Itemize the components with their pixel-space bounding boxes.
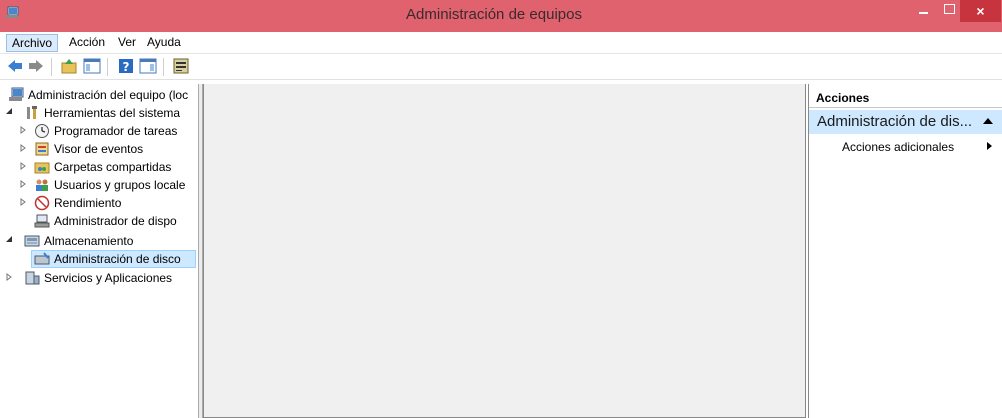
tree-item-computer-management[interactable]: Administración del equipo (loc bbox=[0, 86, 196, 104]
expanded-arrow-icon[interactable] bbox=[4, 106, 14, 118]
tree-item-label: Visor de eventos bbox=[54, 142, 144, 156]
storage-icon bbox=[24, 235, 40, 247]
collapsed-arrow-icon[interactable] bbox=[18, 142, 28, 154]
results-pane bbox=[203, 84, 806, 418]
actions-section-label: Administración de dis... bbox=[817, 113, 973, 130]
collapsed-arrow-icon[interactable] bbox=[18, 196, 28, 208]
toolbar-separator bbox=[51, 58, 52, 76]
services-applications-icon bbox=[25, 271, 40, 285]
collapsed-arrow-icon[interactable] bbox=[18, 178, 28, 190]
show-hide-console-tree-icon[interactable] bbox=[83, 57, 101, 75]
svg-text:?: ? bbox=[123, 60, 130, 74]
window-title: Administración de equipos bbox=[406, 6, 582, 23]
tools-icon bbox=[27, 106, 37, 119]
tree-item-label: Servicios y Aplicaciones bbox=[44, 271, 173, 285]
performance-gauge-icon bbox=[34, 195, 50, 211]
actions-pane: Acciones Administración de dis... Accion… bbox=[808, 84, 1002, 418]
close-button[interactable]: × bbox=[960, 0, 1001, 22]
tree-item-label: Administrador de dispo bbox=[54, 214, 177, 228]
tree-item-label: Programador de tareas bbox=[54, 124, 178, 138]
shared-folder-icon bbox=[34, 162, 50, 174]
collapsed-arrow-icon[interactable] bbox=[18, 124, 28, 136]
tree-item-event-viewer[interactable]: Visor de eventos bbox=[0, 140, 196, 158]
menu-accion[interactable]: Acción bbox=[64, 34, 110, 52]
up-folder-icon[interactable] bbox=[60, 57, 78, 75]
menu-archivo[interactable]: Archivo bbox=[6, 34, 59, 52]
expanded-arrow-icon[interactable] bbox=[4, 234, 14, 246]
tree-item-label: Rendimiento bbox=[54, 196, 122, 210]
action-item-label: Acciones adicionales bbox=[842, 140, 955, 154]
toolbar-separator bbox=[107, 58, 108, 76]
actions-section-disk-management[interactable]: Administración de dis... bbox=[809, 110, 1002, 134]
computer-management-icon bbox=[9, 87, 24, 101]
event-log-icon bbox=[35, 142, 49, 156]
toolbar-separator bbox=[163, 58, 164, 76]
tree-item-task-scheduler[interactable]: Programador de tareas bbox=[0, 122, 196, 140]
collapsed-arrow-icon[interactable] bbox=[18, 160, 28, 172]
tree-item-system-tools[interactable]: Herramientas del sistema bbox=[0, 104, 196, 122]
menu-ver[interactable]: Ver bbox=[113, 34, 141, 52]
minimize-button[interactable] bbox=[911, 0, 937, 22]
results-pane-edge bbox=[203, 84, 204, 418]
action-more-actions[interactable]: Acciones adicionales bbox=[809, 138, 1002, 156]
users-group-icon bbox=[36, 179, 48, 191]
actions-header: Acciones bbox=[809, 88, 1002, 108]
tree-item-storage[interactable]: Almacenamiento bbox=[0, 232, 196, 250]
tree-item-label: Carpetas compartidas bbox=[54, 160, 172, 174]
collapsed-arrow-icon[interactable] bbox=[4, 271, 14, 283]
tree-item-services-applications[interactable]: Servicios y Aplicaciones bbox=[0, 269, 196, 287]
device-manager-icon bbox=[34, 214, 50, 228]
tree-item-device-manager[interactable]: Administrador de dispo bbox=[0, 212, 196, 230]
toolbar: ? bbox=[0, 54, 1002, 80]
tree-item-label: Usuarios y grupos locale bbox=[54, 178, 186, 192]
tree-item-shared-folders[interactable]: Carpetas compartidas bbox=[0, 158, 196, 176]
menu-ayuda[interactable]: Ayuda bbox=[142, 34, 186, 52]
tree-item-label: Almacenamiento bbox=[44, 234, 134, 248]
collapse-arrow-icon[interactable] bbox=[983, 118, 993, 124]
tree-item-label: Administración de disco bbox=[54, 252, 181, 266]
title-bar[interactable]: Administración de equipos × bbox=[0, 0, 1002, 32]
show-hide-action-pane-icon[interactable] bbox=[139, 57, 157, 75]
menu-bar: Archivo Acción Ver Ayuda bbox=[0, 32, 1002, 54]
forward-arrow-icon[interactable] bbox=[27, 57, 45, 75]
actions-header-label: Acciones bbox=[816, 91, 870, 105]
help-icon[interactable]: ? bbox=[117, 57, 135, 75]
tree-item-local-users-groups[interactable]: Usuarios y grupos locale bbox=[0, 176, 196, 194]
back-arrow-icon[interactable] bbox=[6, 57, 24, 75]
submenu-arrow-icon bbox=[987, 142, 992, 150]
clock-icon bbox=[35, 124, 49, 138]
disk-management-icon bbox=[34, 252, 50, 265]
tree-item-label: Administración del equipo (loc bbox=[28, 88, 189, 102]
console-tree: Administración del equipo (loc Herramien… bbox=[0, 84, 196, 418]
properties-icon[interactable] bbox=[172, 57, 190, 75]
tree-item-performance[interactable]: Rendimiento bbox=[0, 194, 196, 212]
maximize-button[interactable] bbox=[937, 0, 960, 22]
tree-item-disk-management[interactable]: Administración de disco bbox=[0, 250, 196, 268]
tree-item-label: Herramientas del sistema bbox=[44, 106, 181, 120]
